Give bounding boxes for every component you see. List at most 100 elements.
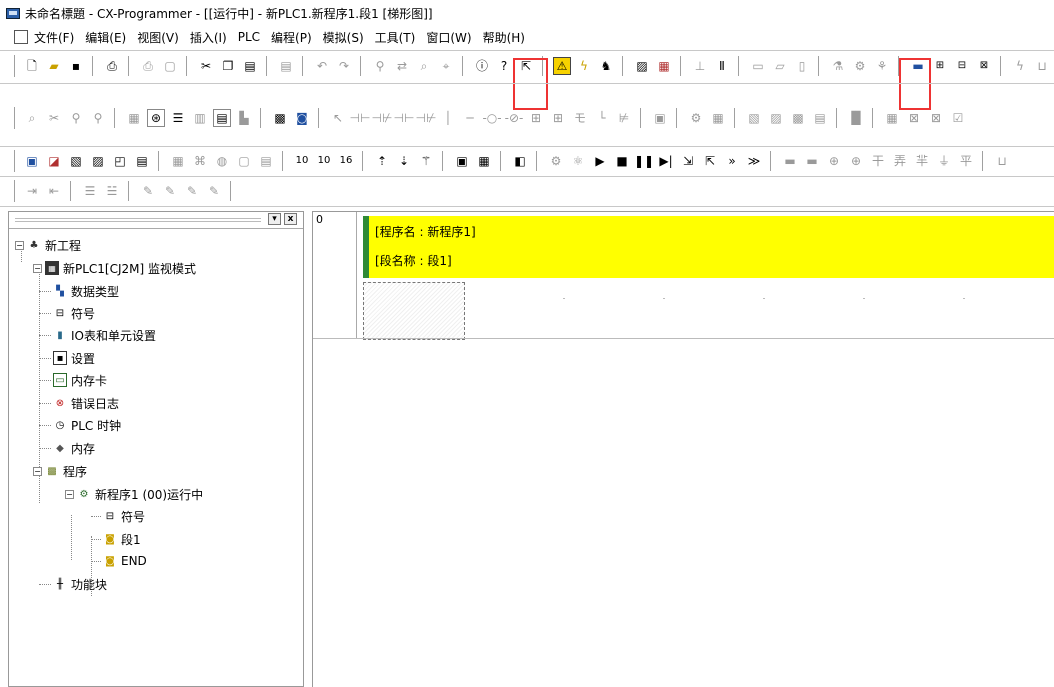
tree-item-symbols[interactable]: ⊟ 符号 <box>53 302 95 324</box>
horizontal-line-icon[interactable]: ─ <box>461 109 479 127</box>
mem-3-icon[interactable]: ▦ <box>475 152 493 170</box>
stop-monitor-icon[interactable]: Ⅱ <box>713 57 731 75</box>
bit-set-icon[interactable]: ⊔ <box>1033 57 1051 75</box>
step-rung-icon[interactable]: ⊠ <box>905 109 923 127</box>
delete-line-icon[interactable]: ⊭ <box>615 109 633 127</box>
io-comments-icon[interactable]: ▩ <box>271 109 289 127</box>
show-symbols-icon[interactable]: ⊛ <box>147 109 165 127</box>
transfer-to-plc-icon[interactable]: ▱ <box>771 57 789 75</box>
cross-ref-icon[interactable]: ◙ <box>293 109 311 127</box>
coil-icon[interactable]: -○- <box>482 109 501 127</box>
menu-window[interactable]: 窗口(W) <box>426 29 471 46</box>
clear-bookmark-icon[interactable]: ✎ <box>205 182 223 200</box>
force-reset-icon[interactable]: ▨ <box>633 57 651 75</box>
sim-1-icon[interactable]: ▧ <box>67 152 85 170</box>
grid-icon[interactable]: ▦ <box>125 109 143 127</box>
print-preview-icon[interactable]: ⎙ <box>103 57 121 75</box>
break-rung-icon[interactable]: ⊠ <box>927 109 945 127</box>
block-icon[interactable]: ⊞ <box>549 109 567 127</box>
properties-icon[interactable]: ⚙ <box>687 109 705 127</box>
sim-io-9-icon[interactable]: 平 <box>957 152 975 170</box>
run-rung-icon[interactable]: ▦ <box>883 109 901 127</box>
find-replace-icon[interactable]: ⌕ <box>415 57 433 75</box>
monitor-mode-icon[interactable]: ▦ <box>655 57 673 75</box>
force-set-icon[interactable]: ♞ <box>597 57 615 75</box>
comment-icon[interactable]: ✎ <box>139 182 157 200</box>
ladder-editor[interactable]: 0 [程序名 : 新程序1] [段名称 : 段1] <box>312 211 1054 687</box>
memory-icon[interactable]: ⚚ <box>417 152 435 170</box>
ladder-cursor[interactable] <box>363 282 465 340</box>
uncomment-icon[interactable]: ✎ <box>161 182 179 200</box>
sim-io-7-icon[interactable]: 羋 <box>913 152 931 170</box>
menu-edit[interactable]: 编辑(E) <box>85 29 126 46</box>
tree-item-program-symbols[interactable]: ⊟ 符号 <box>103 505 145 527</box>
cross-ref-window-icon[interactable]: ▩ <box>789 109 807 127</box>
sim-3-icon[interactable]: ◰ <box>111 152 129 170</box>
rung-down-icon[interactable]: ⇣ <box>395 152 413 170</box>
select-mode-icon[interactable]: ⌕ <box>23 109 41 127</box>
sim-io-5-icon[interactable]: 干 <box>869 152 887 170</box>
paste-icon[interactable]: ▤ <box>241 57 259 75</box>
toggle-bit-icon[interactable]: ϟ <box>575 57 593 75</box>
tree-item-error-log[interactable]: ⊗ 错误日志 <box>53 392 119 414</box>
sim-6-icon[interactable]: ⌘ <box>191 152 209 170</box>
save-icon[interactable]: ▪ <box>67 57 85 75</box>
mnemonic-icon[interactable]: ▥ <box>191 109 209 127</box>
rung-up-icon[interactable]: ⇡ <box>373 152 391 170</box>
tree-item-settings[interactable]: ▪ 设置 <box>53 347 95 369</box>
stmt-icon[interactable]: ▣ <box>651 109 669 127</box>
ladder-icon[interactable]: ▤ <box>213 109 231 127</box>
tree-item-memory-card[interactable]: ▭ 内存卡 <box>53 369 107 391</box>
sim-7-icon[interactable]: ◍ <box>213 152 231 170</box>
replace-icon[interactable]: ⇄ <box>393 57 411 75</box>
vertical-line-icon[interactable]: │ <box>439 109 457 127</box>
open-folder-icon[interactable]: ▰ <box>45 57 63 75</box>
redo-icon[interactable]: ↷ <box>335 57 353 75</box>
time-chart-icon[interactable]: ϟ <box>1011 57 1029 75</box>
tree-item-plc-clock[interactable]: ◷ PLC 时钟 <box>53 414 122 436</box>
step-over-icon[interactable]: ⇲ <box>679 152 697 170</box>
document-icon[interactable] <box>14 30 28 44</box>
step-into-icon[interactable]: ▶| <box>657 152 675 170</box>
align-left-icon[interactable]: ☰ <box>81 182 99 200</box>
sim-io-6-icon[interactable]: 弄 <box>891 152 909 170</box>
pointer-icon[interactable]: ↖ <box>329 109 347 127</box>
info-icon[interactable]: ⓘ <box>473 57 491 75</box>
run-to-icon[interactable]: ≫ <box>745 152 763 170</box>
find-icon[interactable]: ⚲ <box>371 57 389 75</box>
menu-file[interactable]: 文件(F) <box>34 29 74 46</box>
monitor-ladder-highlighted-icon[interactable]: ⊞ <box>931 57 949 75</box>
panel-close-icon[interactable]: x <box>284 213 297 225</box>
outdent-icon[interactable]: ⇤ <box>45 182 63 200</box>
zoom-tool-icon[interactable]: ✂ <box>45 109 63 127</box>
mem-4-icon[interactable]: ◧ <box>511 152 529 170</box>
output-window-icon[interactable]: ▦ <box>709 109 727 127</box>
rung-icon[interactable]: ◪ <box>45 152 63 170</box>
sim-9-icon[interactable]: ▤ <box>257 152 275 170</box>
new-file-icon[interactable]: 🗋 <box>23 57 41 75</box>
collapse-icon[interactable]: − <box>15 240 24 250</box>
sim-5-icon[interactable]: ▦ <box>169 152 187 170</box>
io-table-icon[interactable]: ▤ <box>811 109 829 127</box>
sim-8-icon[interactable]: ▢ <box>235 152 253 170</box>
menu-insert[interactable]: 插入(I) <box>190 29 227 46</box>
tree-root[interactable]: − ♣ 新工程 <box>15 234 81 256</box>
sim-io-4-icon[interactable]: ⊕ <box>847 152 865 170</box>
tree-item-end[interactable]: ◙ END <box>103 550 147 572</box>
tree-item-programs[interactable]: − ▩ 程序 <box>33 460 87 482</box>
compile-icon[interactable]: ⚙ <box>851 57 869 75</box>
tree-item-function-blocks[interactable]: ╫ 功能块 <box>53 573 107 595</box>
tree-item-io-table[interactable]: ▮ IO表和单元设置 <box>53 324 156 346</box>
instruction-icon[interactable]: ⊞ <box>527 109 545 127</box>
differential-monitor-icon[interactable]: ⊠ <box>975 57 993 75</box>
sim-settings-icon[interactable]: ⚛ <box>569 152 587 170</box>
step-out-icon[interactable]: ⇱ <box>701 152 719 170</box>
contact-nc-icon[interactable]: ⊣⊬ <box>372 109 393 127</box>
collapse-icon[interactable]: − <box>65 489 74 499</box>
menu-tools[interactable]: 工具(T) <box>375 29 416 46</box>
pause-icon[interactable]: ❚❚ <box>634 152 654 170</box>
tree-item-section1[interactable]: ◙ 段1 <box>103 528 141 550</box>
sim-io-8-icon[interactable]: ⏚ <box>935 152 953 170</box>
contact-or-no-icon[interactable]: ⊣⊢ <box>394 109 415 127</box>
zoom-in-icon[interactable]: ⚲ <box>67 109 85 127</box>
